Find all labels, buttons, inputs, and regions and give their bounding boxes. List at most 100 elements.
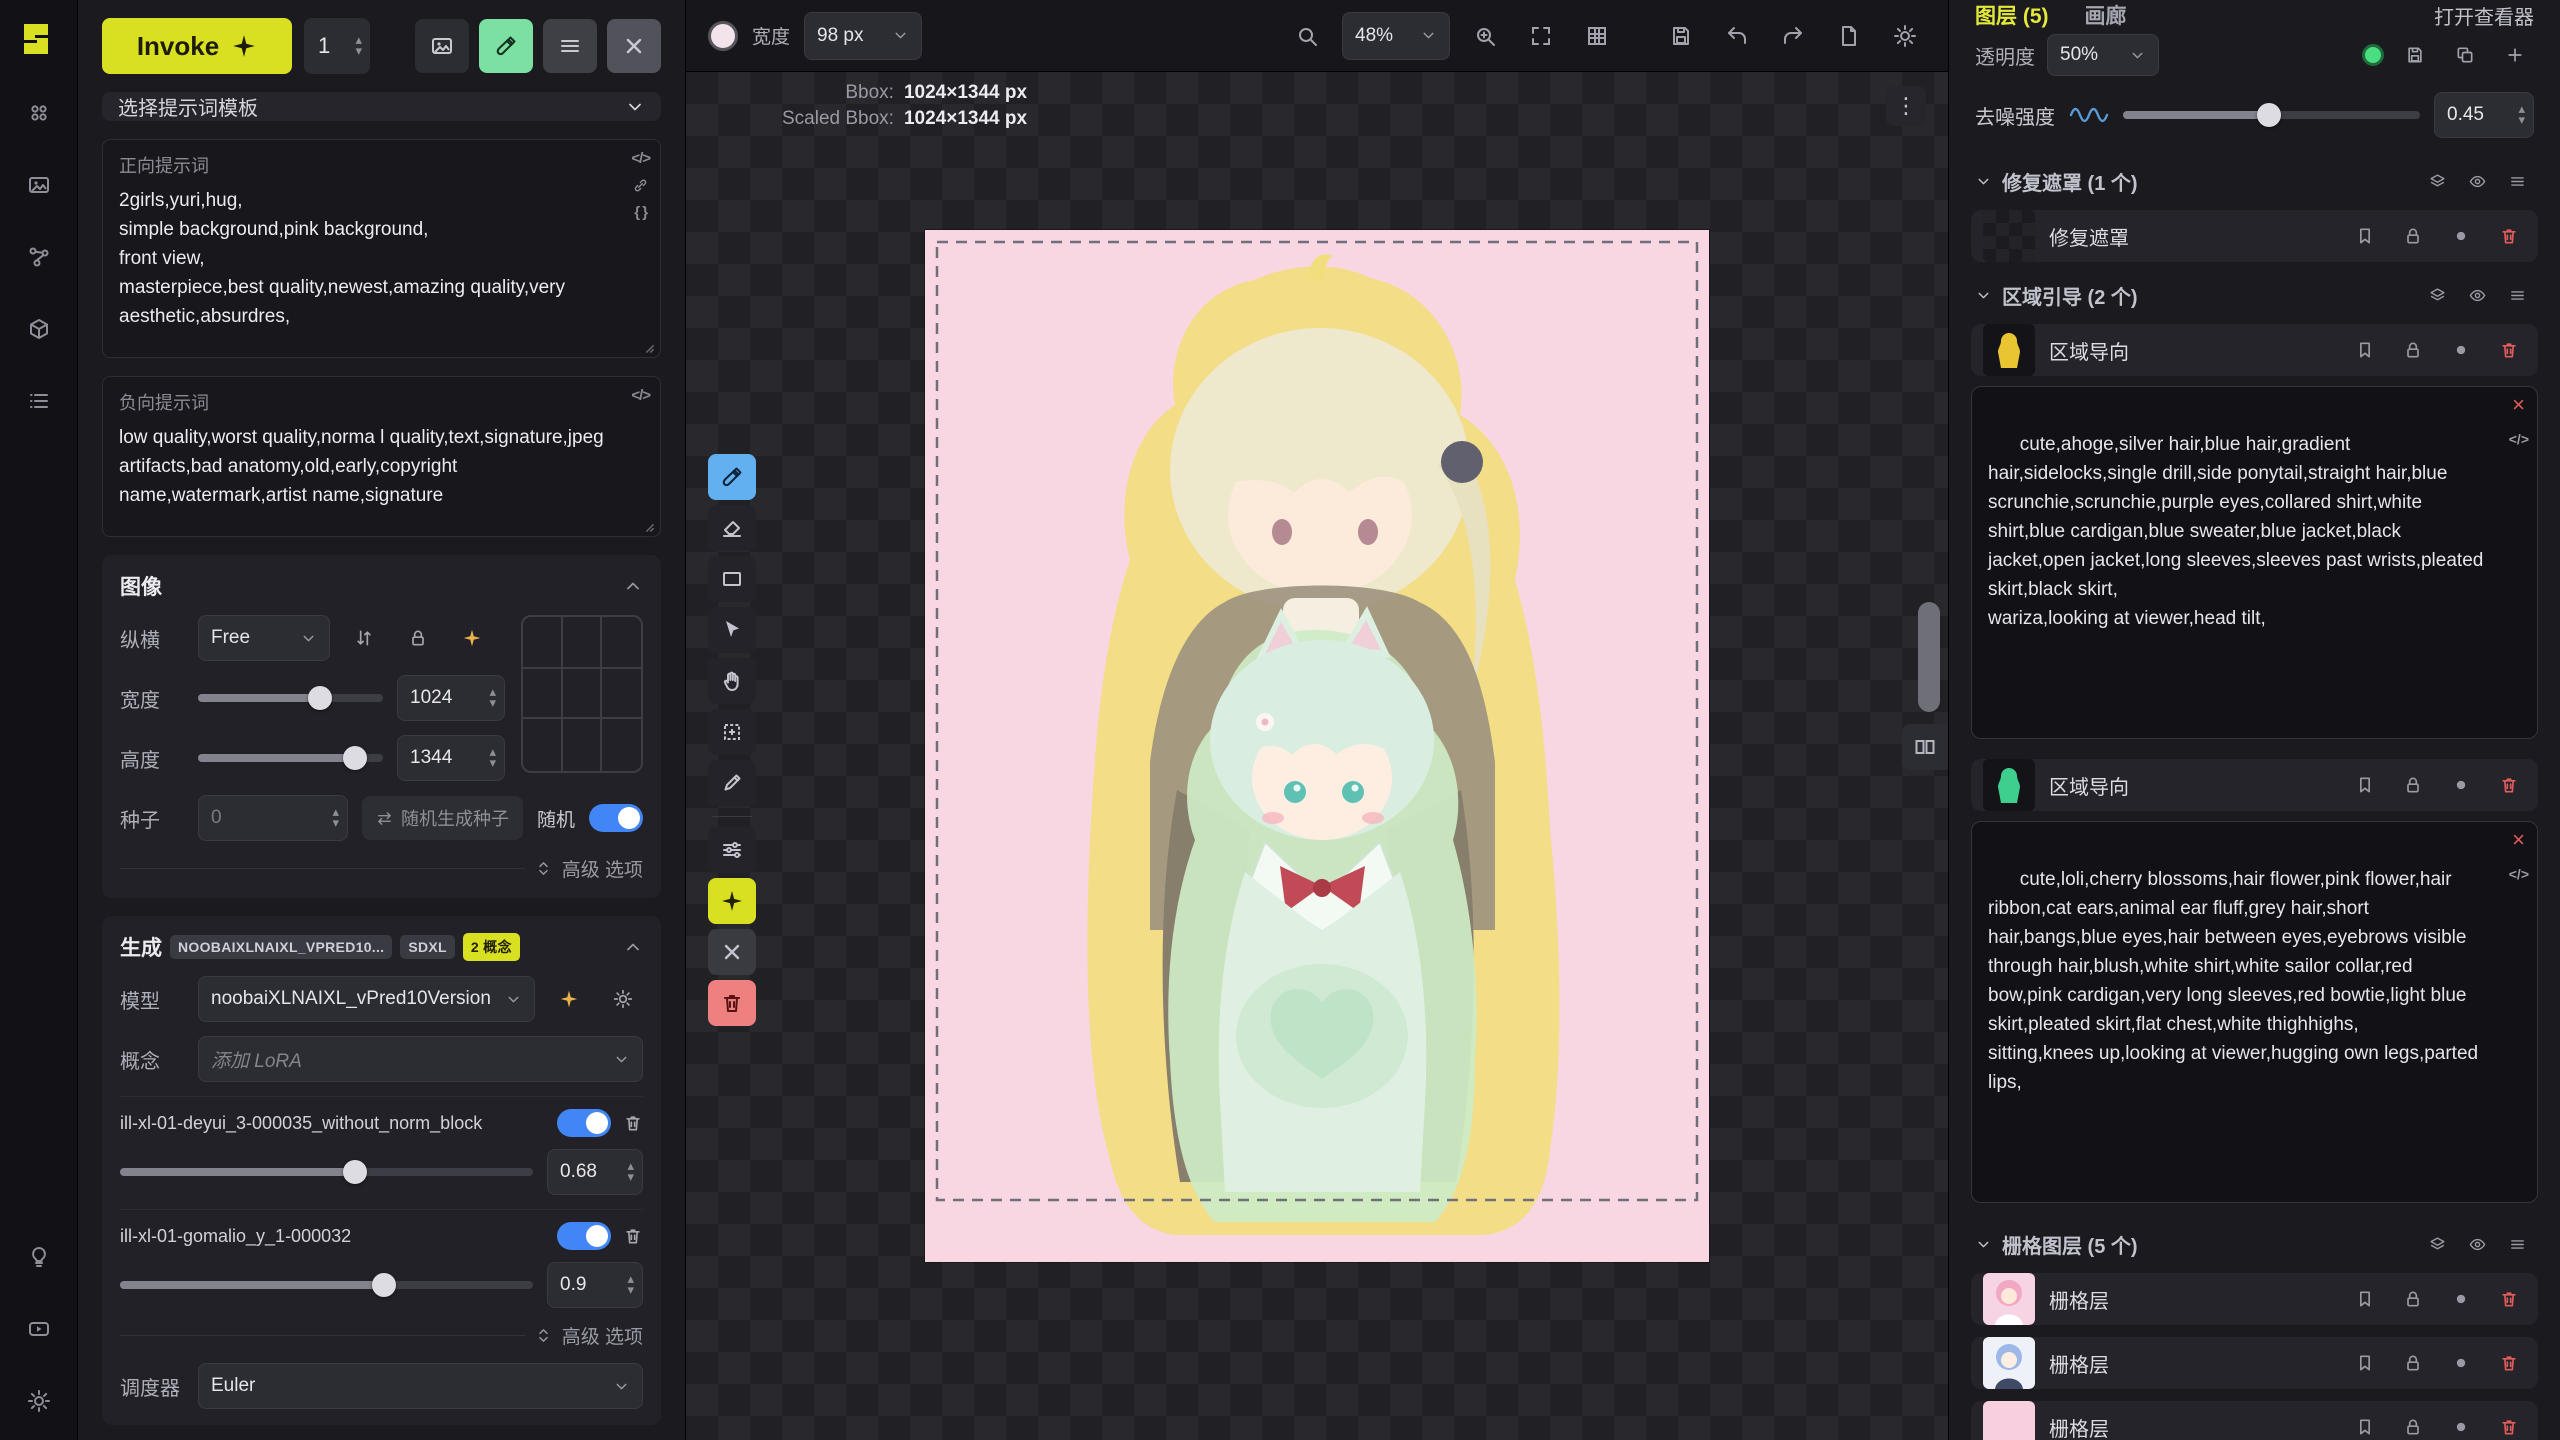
tab-gallery[interactable]: 画廊 [2085, 0, 2127, 30]
resize-handle-icon[interactable] [639, 517, 656, 534]
tool-options-button[interactable] [708, 827, 756, 873]
resize-handle-icon[interactable] [639, 338, 656, 355]
random-seed-toggle[interactable] [589, 804, 643, 832]
enabled-dot-icon[interactable] [2444, 1410, 2478, 1440]
lora-enabled-toggle[interactable] [557, 1222, 611, 1250]
model-sparkle-icon[interactable] [549, 979, 589, 1019]
layer-color-indicator[interactable] [2362, 44, 2384, 66]
bbox-tool-button[interactable] [708, 709, 756, 755]
lock-icon[interactable] [2396, 1410, 2430, 1440]
aspect-select[interactable]: Free [198, 615, 330, 661]
height-slider[interactable] [198, 754, 383, 762]
inpaint-section-header[interactable]: 修复遮罩 (1 个) [1949, 154, 2560, 204]
prompt-template-select[interactable]: 选择提示词模板 [102, 92, 661, 121]
visibility-icon[interactable] [2460, 1227, 2494, 1261]
lora-weight-input[interactable]: 0.9 ▴▾ [547, 1262, 643, 1308]
merge-layers-icon[interactable] [2420, 1227, 2454, 1261]
brush-mode-button[interactable] [479, 19, 533, 73]
optimize-size-icon[interactable] [452, 618, 492, 658]
swap-dimensions-icon[interactable] [344, 618, 384, 658]
zoom-icon[interactable] [1286, 15, 1328, 57]
canvas-menu-button[interactable]: ⋮ [1886, 86, 1926, 126]
queue-count-stepper[interactable]: 1 ▴▾ [304, 18, 370, 74]
raster-layer[interactable]: 栅格层 [1971, 1273, 2538, 1325]
width-slider[interactable] [198, 694, 383, 702]
lock-icon[interactable] [2396, 1282, 2430, 1316]
negative-prompt-box[interactable]: 负向提示词 low quality,worst quality,norma l … [102, 376, 661, 537]
video-tutorials-icon[interactable] [18, 1308, 60, 1350]
visibility-icon[interactable] [2460, 164, 2494, 198]
lock-icon[interactable] [2396, 219, 2430, 253]
height-slider-knob[interactable] [343, 746, 367, 770]
lora-weight-slider[interactable] [120, 1168, 533, 1176]
bookmark-icon[interactable] [2348, 219, 2382, 253]
visibility-icon[interactable] [2460, 278, 2494, 312]
remove-prompt-icon[interactable]: × [2512, 830, 2525, 850]
code-icon[interactable]: </> [2509, 860, 2529, 889]
width-input[interactable]: 1024 ▴▾ [397, 675, 505, 721]
zoom-level-select[interactable]: 48% [1342, 12, 1450, 60]
delete-layer-icon[interactable] [2492, 768, 2526, 802]
zoom-in-icon[interactable] [1464, 15, 1506, 57]
delete-layer-icon[interactable] [2492, 1346, 2526, 1380]
invoke-button[interactable]: Invoke [102, 18, 292, 74]
denoise-slider[interactable] [2123, 111, 2420, 119]
delete-tool-button[interactable] [708, 980, 756, 1026]
brush-color-swatch[interactable] [708, 21, 738, 51]
random-seed-button[interactable]: 随机生成种子 [362, 796, 523, 840]
color-picker-tool-button[interactable] [708, 760, 756, 806]
link-icon[interactable] [632, 177, 649, 194]
height-input[interactable]: 1344 ▴▾ [397, 735, 505, 781]
panel-resize-handle[interactable] [1918, 602, 1940, 712]
section-menu-icon[interactable] [2500, 1227, 2534, 1261]
lock-aspect-icon[interactable] [398, 618, 438, 658]
save-layer-icon[interactable] [2396, 36, 2434, 74]
braces-icon[interactable]: { } [634, 204, 647, 221]
positive-prompt-box[interactable]: 正向提示词 2girls,yuri,hug, simple background… [102, 139, 661, 358]
nav-workflows-icon[interactable] [18, 236, 60, 278]
collapse-icon[interactable] [623, 576, 643, 596]
image-advanced-label[interactable]: 高级 选项 [562, 855, 643, 882]
nav-generate-icon[interactable] [18, 92, 60, 134]
lock-icon[interactable] [2396, 768, 2430, 802]
duplicate-layer-icon[interactable] [2446, 36, 2484, 74]
canvas-settings-icon[interactable] [1884, 15, 1926, 57]
save-canvas-icon[interactable] [1660, 15, 1702, 57]
regional-guidance-layer[interactable]: 区域导向 [1971, 759, 2538, 811]
generated-image[interactable] [925, 230, 1709, 1262]
generation-advanced-label[interactable]: 高级 选项 [562, 1322, 643, 1349]
brush-width-select[interactable]: 98 px [804, 12, 922, 60]
section-menu-icon[interactable] [2500, 278, 2534, 312]
bookmark-icon[interactable] [2348, 1410, 2382, 1440]
add-layer-icon[interactable] [2496, 36, 2534, 74]
merge-layers-icon[interactable] [2420, 164, 2454, 198]
tab-layers[interactable]: 图层 (5) [1975, 0, 2049, 30]
add-lora-select[interactable]: 添加 LoRA [198, 1036, 643, 1082]
merge-layers-icon[interactable] [2420, 278, 2454, 312]
enabled-dot-icon[interactable] [2444, 768, 2478, 802]
seed-input[interactable]: 0 ▴▾ [198, 795, 348, 841]
code-icon[interactable]: </> [631, 387, 650, 404]
delete-layer-icon[interactable] [2492, 1410, 2526, 1440]
canvas-surface[interactable]: Bbox: 1024×1344 px Scaled Bbox: 1024×134… [686, 72, 1948, 1440]
close-button[interactable] [607, 19, 661, 73]
opacity-select[interactable]: 50% [2047, 34, 2159, 76]
bookmark-icon[interactable] [2348, 1282, 2382, 1316]
stepper-arrows[interactable]: ▴▾ [355, 35, 362, 57]
width-slider-knob[interactable] [308, 686, 332, 710]
image-mode-button[interactable] [415, 19, 469, 73]
regional-section-header[interactable]: 区域引导 (2 个) [1949, 268, 2560, 318]
expand-advanced-icon[interactable] [535, 1327, 552, 1344]
brush-tool-button[interactable] [708, 454, 756, 500]
bookmark-icon[interactable] [2348, 1346, 2382, 1380]
denoise-input[interactable]: 0.45 ▴▾ [2434, 92, 2534, 138]
section-menu-icon[interactable] [2500, 164, 2534, 198]
lora-enabled-toggle[interactable] [557, 1109, 611, 1137]
delete-layer-icon[interactable] [2492, 1282, 2526, 1316]
negative-prompt-text[interactable]: low quality,worst quality,norma l qualit… [119, 423, 606, 510]
bookmark-icon[interactable] [2348, 333, 2382, 367]
nav-queue-icon[interactable] [18, 380, 60, 422]
regional-prompt-textarea[interactable]: cute,ahoge,silver hair,blue hair,gradien… [1971, 386, 2538, 739]
grid-snap-icon[interactable] [1576, 15, 1618, 57]
redo-icon[interactable] [1772, 15, 1814, 57]
